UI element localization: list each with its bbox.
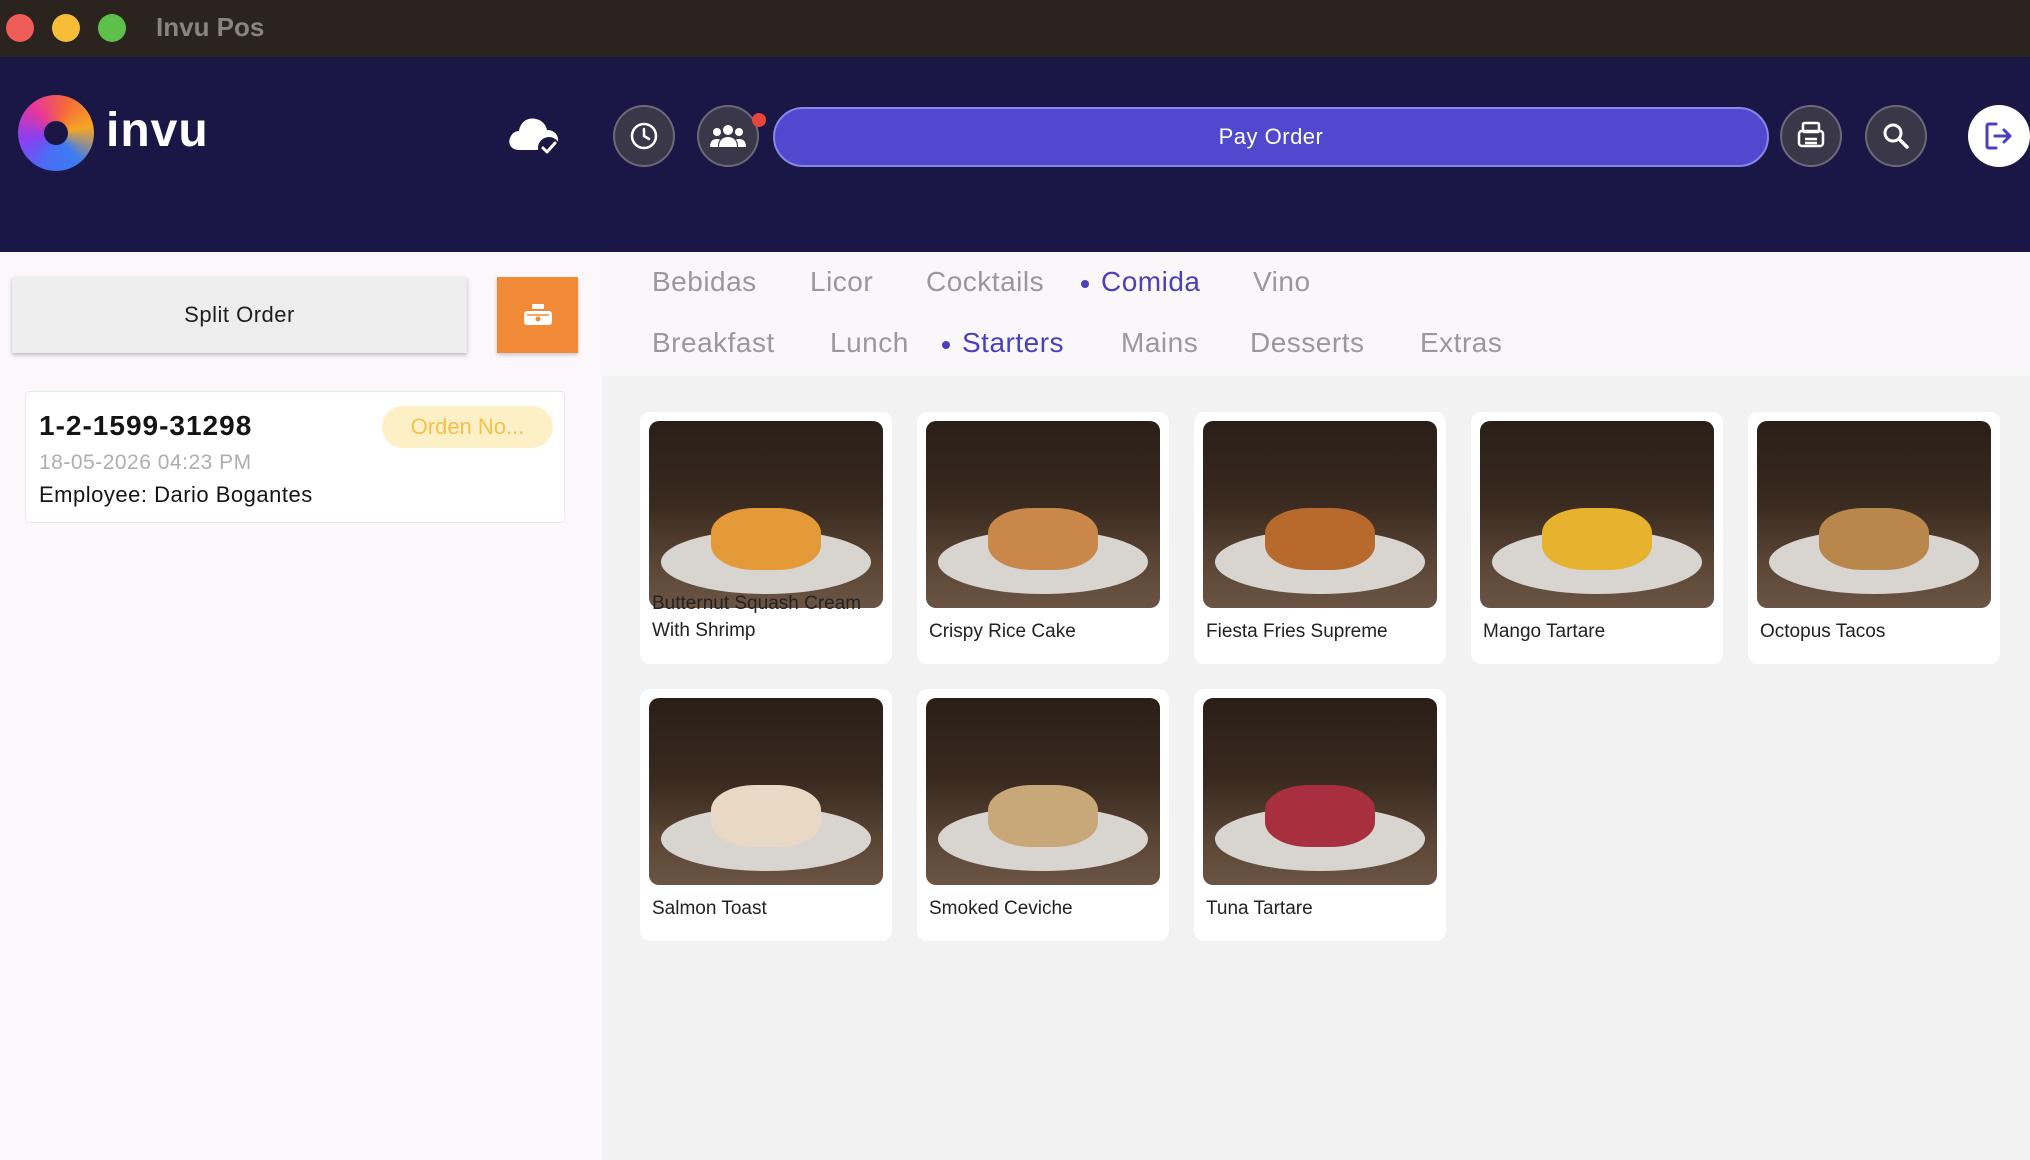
product-name: Crispy Rice Cake: [929, 621, 1076, 642]
print-button[interactable]: [1780, 105, 1842, 167]
product-card[interactable]: Tuna Tartare: [1194, 689, 1446, 941]
tab-bebidas[interactable]: Bebidas: [652, 264, 757, 300]
food: [711, 785, 821, 847]
food: [1265, 785, 1375, 847]
product-photo: [1757, 421, 1991, 608]
pay-order-button[interactable]: Pay Order: [773, 107, 1769, 167]
product-name: Mango Tartare: [1483, 621, 1606, 642]
order-history-button[interactable]: [613, 105, 675, 167]
product-card[interactable]: Mango Tartare: [1471, 412, 1723, 664]
tab-mains[interactable]: Mains: [1121, 325, 1198, 361]
tab-starters-label: Starters: [962, 327, 1065, 358]
product-name: Salmon Toast: [652, 898, 767, 919]
food: [1542, 508, 1652, 570]
product-card[interactable]: Smoked Ceviche: [917, 689, 1169, 941]
employee-name: Dario Bogantes: [154, 482, 313, 507]
product-name: Octopus Tacos: [1760, 621, 1886, 642]
search-button[interactable]: [1865, 105, 1927, 167]
logout-button[interactable]: [1968, 105, 2030, 167]
tab-vino[interactable]: Vino: [1253, 264, 1311, 300]
product-photo: [926, 698, 1160, 885]
food: [1265, 508, 1375, 570]
tab-starters[interactable]: Starters: [942, 325, 1065, 361]
cloud-check-icon[interactable]: [505, 110, 563, 160]
order-datetime: 18-05-2026 04:23 PM: [39, 451, 252, 474]
cash-drawer-button[interactable]: [497, 277, 578, 353]
product-card[interactable]: Butternut Squash Cream With Shrimp: [640, 412, 892, 664]
order-employee: Employee: Dario Bogantes: [39, 482, 313, 508]
printer-icon: [1797, 121, 1825, 148]
tab-desserts[interactable]: Desserts: [1250, 325, 1364, 361]
clock-icon: [630, 122, 658, 150]
order-panel: [0, 252, 602, 1160]
tab-breakfast[interactable]: Breakfast: [652, 325, 775, 361]
logout-icon: [1985, 122, 2012, 150]
food: [711, 508, 821, 570]
notification-dot: [752, 113, 766, 127]
product-card[interactable]: Salmon Toast: [640, 689, 892, 941]
search-icon: [1883, 123, 1909, 149]
maximize-window-button[interactable]: [98, 14, 126, 42]
window-titlebar: Invu Pos: [0, 0, 2030, 57]
invu-logo-icon: [18, 95, 94, 171]
minimize-window-button[interactable]: [52, 14, 80, 42]
active-tab-dot: [942, 340, 950, 349]
tab-comida-label: Comida: [1101, 266, 1201, 297]
order-status-badge[interactable]: Orden No...: [382, 406, 553, 448]
employee-label: Employee:: [39, 482, 148, 507]
cash-drawer-icon: [523, 304, 552, 325]
split-order-button[interactable]: Split Order: [12, 277, 467, 353]
product-name: Smoked Ceviche: [929, 898, 1073, 919]
product-photo: [649, 421, 883, 608]
order-number: 1-2-1599-31298: [39, 410, 253, 441]
tab-extras[interactable]: Extras: [1420, 325, 1502, 361]
active-tab-dot: [1081, 279, 1089, 288]
product-card[interactable]: Crispy Rice Cake: [917, 412, 1169, 664]
order-card[interactable]: 1-2-1599-31298 Orden No... 18-05-2026 04…: [25, 391, 565, 523]
product-photo: [1203, 421, 1437, 608]
product-photo: [649, 698, 883, 885]
food: [1819, 508, 1929, 570]
product-photo: [1480, 421, 1714, 608]
product-name: Fiesta Fries Supreme: [1206, 621, 1388, 642]
customers-button[interactable]: [697, 105, 759, 167]
food: [988, 508, 1098, 570]
product-card[interactable]: Octopus Tacos: [1748, 412, 2000, 664]
tab-comida[interactable]: Comida: [1081, 264, 1201, 300]
product-card[interactable]: Fiesta Fries Supreme: [1194, 412, 1446, 664]
users-icon: [710, 125, 746, 147]
close-window-button[interactable]: [6, 14, 34, 42]
product-photo: [926, 421, 1160, 608]
product-name: Butternut Squash Cream With Shrimp: [652, 593, 862, 641]
tab-lunch[interactable]: Lunch: [830, 325, 909, 361]
logo-text: invu: [106, 104, 209, 157]
food: [988, 785, 1098, 847]
tab-cocktails[interactable]: Cocktails: [926, 264, 1044, 300]
product-photo: [1203, 698, 1437, 885]
product-name: Tuna Tartare: [1206, 898, 1313, 919]
tab-licor[interactable]: Licor: [810, 264, 873, 300]
window-title: Invu Pos: [156, 12, 265, 42]
